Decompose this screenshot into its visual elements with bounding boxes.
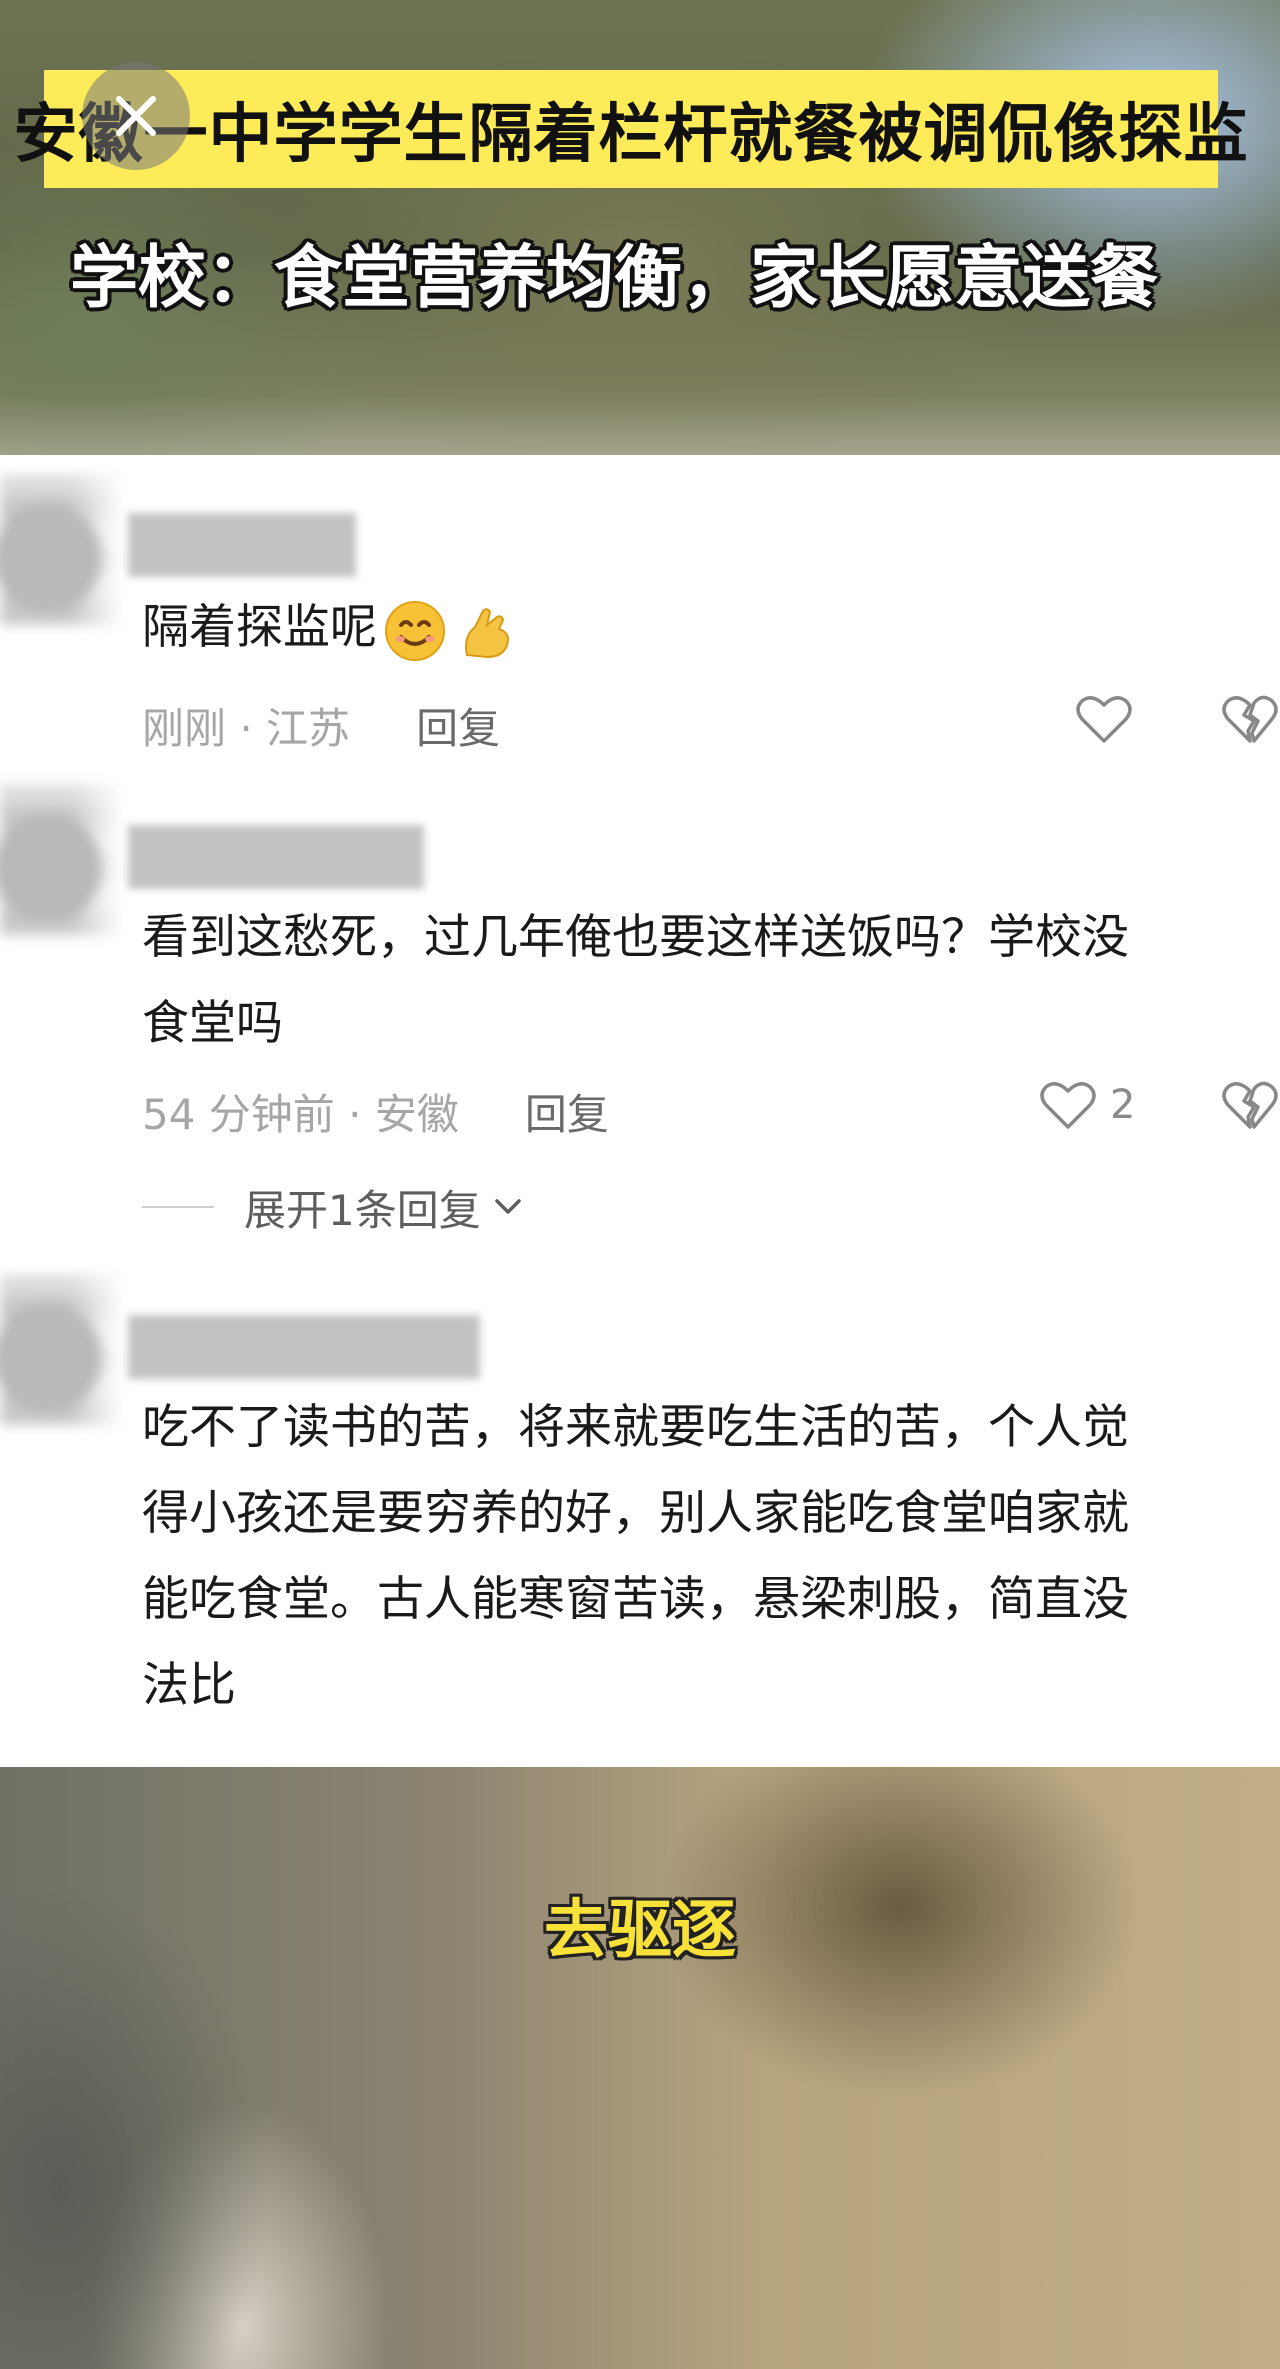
like-count: 2 xyxy=(1110,1082,1136,1128)
expand-replies-label: 展开1条回复 xyxy=(244,1185,481,1235)
headline-banner: 安徽一中学学生隔着栏杆就餐被调侃像探监 xyxy=(14,70,1248,188)
broken-heart-icon xyxy=(1222,1081,1278,1129)
avatar[interactable] xyxy=(0,785,118,935)
reply-button[interactable]: 回复 xyxy=(525,1081,609,1142)
comment-time-location: 刚刚 · 江苏 xyxy=(142,703,351,753)
pinched-fingers-icon xyxy=(465,607,509,658)
comment-item: 看到这愁死，过几年俺也要这样送饭吗？学校没 食堂吗 54 分钟前 · 安徽 回复… xyxy=(0,785,1280,1255)
comment-item: 吃不了读书的苦，将来就要吃生活的苦，个人觉 得小孩还是要穷养的好，别人家能吃食堂… xyxy=(0,1275,1280,1767)
username-blurred[interactable] xyxy=(128,513,356,577)
broken-heart-icon xyxy=(1222,695,1278,743)
username-blurred[interactable] xyxy=(128,825,424,889)
divider-line xyxy=(142,1206,214,1208)
comment-meta: 54 分钟前 · 安徽 回复 xyxy=(142,1081,609,1141)
chevron-down-icon xyxy=(494,1199,521,1214)
reply-button[interactable]: 回复 xyxy=(416,695,500,756)
subheadline-text: 学校：食堂营养均衡，家长愿意送餐 xyxy=(70,239,1159,318)
bottom-video-frame[interactable]: 去驱逐 xyxy=(0,1767,1280,2369)
like-button[interactable]: 2 xyxy=(1040,1079,1135,1131)
comment-item: 隔着探监呢 刚刚 · 江苏 回复 xyxy=(0,455,1280,755)
avatar[interactable] xyxy=(0,475,118,625)
heart-icon xyxy=(1076,696,1132,743)
headline-text: 安徽一中学学生隔着栏杆就餐被调侃像探监 xyxy=(13,98,1249,172)
top-video-frame[interactable]: 安徽一中学学生隔着栏杆就餐被调侃像探监 学校：食堂营养均衡，家长愿意送餐 xyxy=(0,0,1280,455)
close-icon xyxy=(116,96,156,136)
dislike-button[interactable] xyxy=(1222,1079,1278,1135)
comment-time-location: 54 分钟前 · 安徽 xyxy=(142,1089,459,1139)
comment-list[interactable]: 隔着探监呢 刚刚 · 江苏 回复 看到这愁死，过几年俺也要这样送饭吗？学校没 食… xyxy=(0,455,1280,1767)
smiling-face-icon xyxy=(385,600,445,661)
comment-text: 隔着探监呢 xyxy=(142,585,1262,671)
close-button[interactable] xyxy=(82,62,190,170)
comment-text: 吃不了读书的苦，将来就要吃生活的苦，个人觉 得小孩还是要穷养的好，别人家能吃食堂… xyxy=(142,1400,1129,1713)
video-caption: 去驱逐 xyxy=(544,1894,736,1968)
comment-text: 看到这愁死，过几年俺也要这样送饭吗？学校没 食堂吗 xyxy=(142,910,1129,1051)
comment-meta: 刚刚 · 江苏 回复 xyxy=(142,695,500,755)
dislike-button[interactable] xyxy=(1222,693,1278,749)
expand-replies-button[interactable]: 展开1条回复 xyxy=(142,1177,525,1237)
username-blurred[interactable] xyxy=(128,1315,480,1379)
like-button[interactable] xyxy=(1076,693,1132,745)
heart-icon xyxy=(1040,1082,1096,1129)
avatar[interactable] xyxy=(0,1275,118,1425)
